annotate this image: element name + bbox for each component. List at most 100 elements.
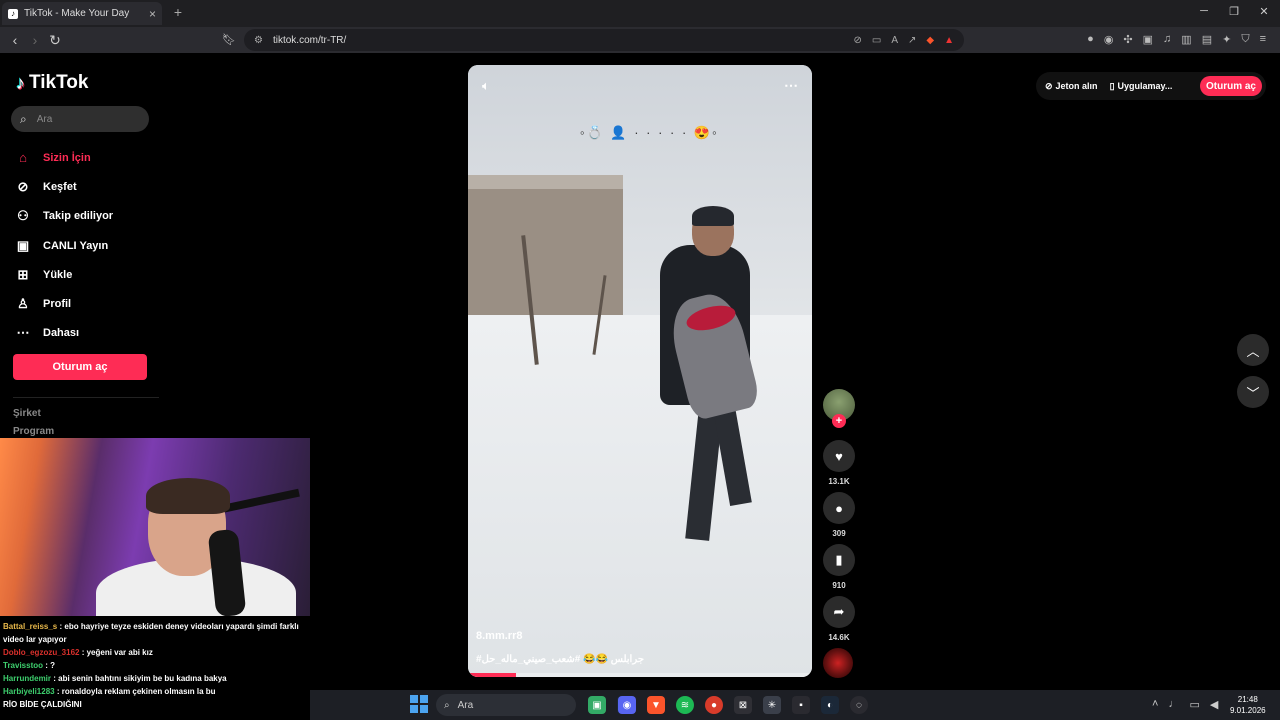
menu-icon[interactable]: ≡: [1260, 33, 1266, 46]
compass-icon: ⊘: [17, 178, 29, 194]
chat-user: Harrundemir: [3, 674, 52, 683]
get-app-link[interactable]: ▯ Uygulamay...: [1110, 81, 1173, 92]
video-player[interactable]: ◦💍 👤 · · · · · 😍◦ 🔈︎ ⋯ 8.mm.rr8 #جرابلس …: [468, 65, 812, 677]
sidebar-item-profile[interactable]: ♙ Profil: [14, 289, 154, 318]
taskbar-app-icon[interactable]: ▣: [588, 696, 606, 714]
volume-icon[interactable]: ◀: [1210, 698, 1218, 711]
close-window-icon[interactable]: ✕: [1256, 5, 1272, 21]
sidebar-item-label: Sizin İçin: [43, 151, 91, 164]
wallet-icon[interactable]: ▤: [1202, 33, 1212, 46]
leo-ai-icon[interactable]: ✦: [1222, 33, 1231, 46]
sidebar-item-label: CANLI Yayın: [43, 239, 109, 252]
new-tab-button[interactable]: +: [170, 4, 186, 22]
follow-plus-icon[interactable]: +: [832, 414, 846, 428]
microphone-icon[interactable]: ♩: [1168, 698, 1179, 711]
music-disc-icon[interactable]: [823, 648, 853, 678]
get-coins-label: Jeton alın: [1055, 81, 1098, 91]
footer-link-program[interactable]: Program: [13, 426, 54, 437]
minimize-icon[interactable]: ─: [1196, 5, 1212, 21]
terminal-icon[interactable]: ⊠: [734, 696, 752, 714]
app-icon[interactable]: ◌: [850, 696, 868, 714]
taskbar-search[interactable]: ⌕ Ara: [436, 694, 576, 716]
url-text: tiktok.com/tr-TR/: [272, 34, 347, 46]
shield-icon[interactable]: ⛉: [1241, 33, 1249, 46]
more-icon: ⋯: [16, 325, 30, 341]
share-icon[interactable]: ↗: [908, 35, 916, 46]
share-button[interactable]: ➦: [823, 596, 855, 628]
chat-user: Travisstoo: [3, 661, 44, 670]
media-icon[interactable]: ♫: [1163, 33, 1171, 46]
address-bar[interactable]: ⚙ tiktok.com/tr-TR/ ⊘ ▭ A ↗ ◆ ▲: [244, 29, 964, 51]
extension-icon[interactable]: ●: [1087, 33, 1094, 46]
coin-icon: ⊘: [1045, 80, 1053, 91]
sidebar-item-more[interactable]: ⋯ Dahası: [14, 319, 154, 348]
chat-message: Harbiyeli1283 : ronaldoyla reklam çekine…: [3, 685, 307, 698]
comment-button[interactable]: ●: [823, 492, 855, 524]
sidebar-item-upload[interactable]: ⊞ Yükle: [14, 260, 154, 289]
reload-icon[interactable]: ↻: [46, 31, 64, 49]
cast-icon[interactable]: ▭: [872, 35, 881, 46]
brave-rewards-icon[interactable]: ▲: [944, 35, 954, 46]
forward-icon[interactable]: ›: [26, 31, 44, 49]
taskbar-clock[interactable]: 21:48 9.01.2026: [1230, 694, 1266, 716]
like-button[interactable]: ♥: [823, 440, 855, 472]
screenshot-icon[interactable]: ▣: [1143, 33, 1153, 46]
more-options-icon[interactable]: ⋯: [784, 77, 798, 94]
system-tray: ˄ ♩ ▭ ◀: [1152, 698, 1218, 711]
top-right-actions: ⊘ Jeton alın ▯ Uygulamay... Oturum aç: [1036, 72, 1266, 100]
extensions-puzzle-icon[interactable]: ✣: [1123, 33, 1132, 46]
display-icon[interactable]: ▭: [1189, 698, 1199, 711]
tiktok-logo[interactable]: ♪ TikTok: [16, 72, 88, 94]
sidebar-item-label: Profil: [43, 298, 72, 311]
video-emoji-overlay: ◦💍 👤 · · · · · 😍◦: [580, 125, 719, 140]
no-video-icon[interactable]: ⊘: [853, 35, 861, 46]
sidebar-item-label: Dahası: [43, 327, 80, 340]
following-icon: ⚇: [17, 208, 29, 224]
sidebar-item-explore[interactable]: ⊘ Keşfet: [14, 172, 154, 201]
vpn-icon[interactable]: ◉: [1104, 33, 1114, 46]
top-login-button[interactable]: Oturum aç: [1199, 76, 1262, 96]
app-icon[interactable]: ▪: [792, 696, 810, 714]
translate-icon[interactable]: A: [891, 35, 898, 46]
upload-icon: ⊞: [17, 266, 29, 282]
volume-icon[interactable]: 🔈︎: [482, 78, 490, 94]
chat-message: Doblo_egzozu_3162 : yeğeni var abi kız: [3, 646, 307, 659]
close-tab-icon[interactable]: ×: [149, 7, 156, 21]
streamer-hair: [146, 478, 230, 514]
search-input[interactable]: ⌕ Ara: [11, 106, 149, 132]
spotify-icon[interactable]: ≋: [676, 696, 694, 714]
save-button[interactable]: ▮: [823, 544, 855, 576]
back-icon[interactable]: ‹: [6, 31, 24, 49]
browser-tab[interactable]: ♪ TikTok - Make Your Day ×: [2, 2, 162, 25]
tiktok-favicon-icon: ♪: [8, 8, 18, 19]
sidebar-item-for-you[interactable]: ⌂ Sizin İçin: [14, 143, 154, 172]
brave-shields-icon[interactable]: ◆: [926, 35, 934, 46]
steam-icon[interactable]: ◐: [821, 696, 839, 714]
maximize-icon[interactable]: ❐: [1226, 5, 1242, 21]
video-progress-track[interactable]: [468, 673, 812, 677]
chevron-down-icon: ﹀: [1246, 385, 1260, 401]
app-icon[interactable]: ✳: [763, 696, 781, 714]
footer-link-company[interactable]: Şirket: [13, 408, 41, 419]
discord-icon[interactable]: ◉: [618, 696, 636, 714]
sidebar-item-live[interactable]: ▣ CANLI Yayın: [14, 231, 154, 260]
brave-icon[interactable]: ▼: [647, 696, 665, 714]
previous-video-button[interactable]: ︿: [1237, 334, 1269, 366]
clock-date: 9.01.2026: [1230, 706, 1266, 715]
sidebar-login-button[interactable]: Oturum aç: [13, 354, 147, 380]
video-username[interactable]: 8.mm.rr8: [476, 630, 522, 642]
chevron-up-icon[interactable]: ˄: [1152, 698, 1158, 711]
video-progress-fill: [468, 673, 517, 677]
windows-start-icon[interactable]: [410, 695, 428, 713]
sidebar-toggle-icon[interactable]: ▥: [1181, 33, 1191, 46]
sidebar-divider: [13, 397, 159, 398]
taskbar-search-placeholder: Ara: [457, 699, 474, 711]
bookmark-icon[interactable]: 🔖︎: [220, 31, 238, 49]
app-icon[interactable]: ●: [705, 696, 723, 714]
sidebar-item-following[interactable]: ⚇ Takip ediliyor: [14, 202, 154, 231]
chat-text: : yeğeni var abi kız: [81, 648, 153, 657]
get-coins-link[interactable]: ⊘ Jeton alın: [1045, 81, 1098, 92]
video-caption[interactable]: #جرابلس 😂😂 #شعب_صيني_ماله_حل: [476, 654, 644, 665]
site-info-icon[interactable]: ⚙: [254, 35, 263, 46]
next-video-button[interactable]: ﹀: [1237, 376, 1269, 408]
